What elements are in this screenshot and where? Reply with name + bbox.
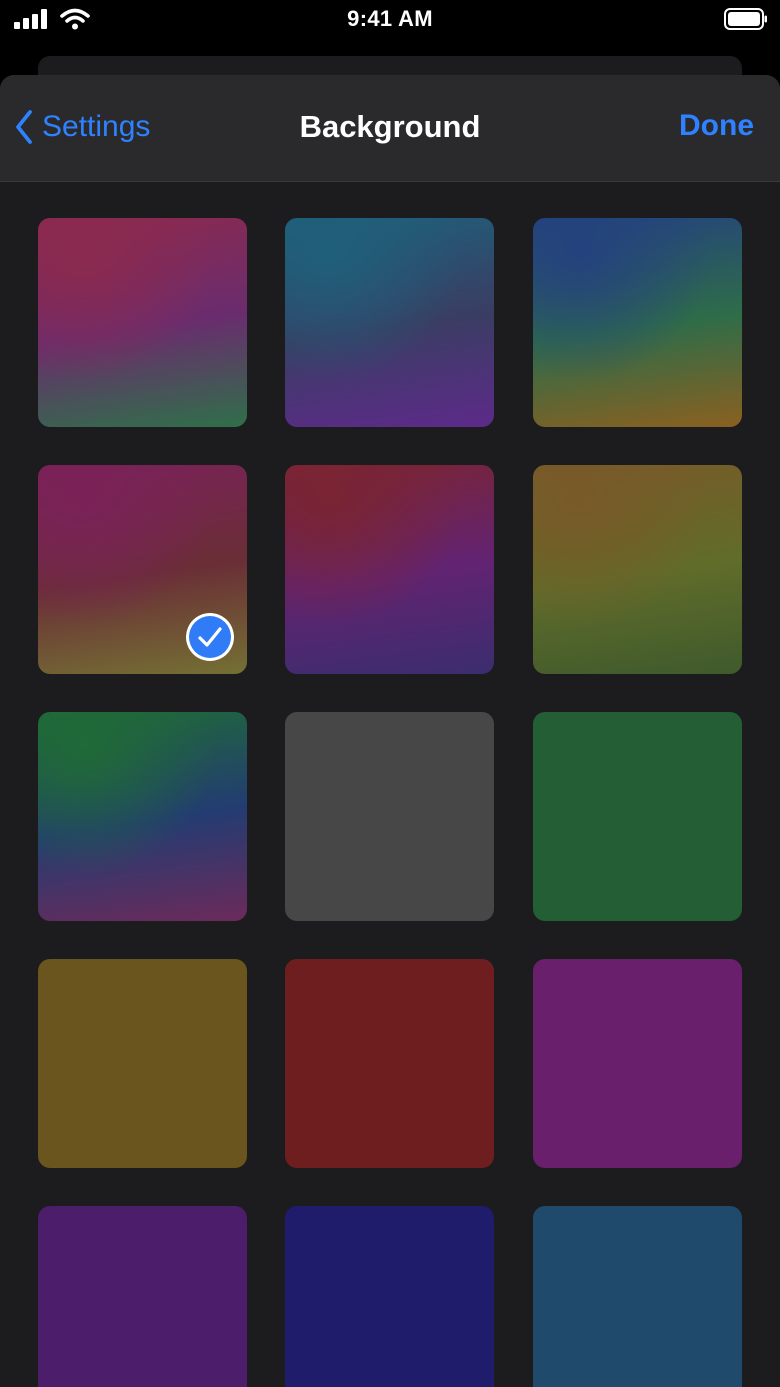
background-swatch-solid-ochre[interactable] (38, 959, 247, 1168)
checkmark-circle-icon (189, 616, 231, 658)
background-swatch-gradient-2[interactable] (285, 218, 494, 427)
background-swatch-solid-teal[interactable] (533, 1206, 742, 1387)
background-swatch-gradient-4[interactable] (38, 465, 247, 674)
background-swatch-gradient-1[interactable] (38, 218, 247, 427)
background-swatch-solid-red[interactable] (285, 959, 494, 1168)
done-button[interactable]: Done (679, 109, 754, 143)
navigation-bar: Settings Background Done (0, 75, 780, 182)
battery-icon (724, 8, 767, 30)
background-swatch-solid-indigo[interactable] (285, 1206, 494, 1387)
background-swatch-gradient-6[interactable] (533, 465, 742, 674)
background-swatch-gradient-7[interactable] (38, 712, 247, 921)
background-swatch-solid-magenta[interactable] (533, 959, 742, 1168)
background-swatch-gradient-5[interactable] (285, 465, 494, 674)
status-bar: 9:41 AM (0, 0, 780, 40)
status-time: 9:41 AM (347, 6, 433, 31)
background-picker-sheet: Settings Background Done (0, 75, 780, 1387)
page-title: Background (299, 109, 481, 144)
background-swatch-solid-gray[interactable] (285, 712, 494, 921)
background-swatch-solid-green[interactable] (533, 712, 742, 921)
background-swatch-gradient-3[interactable] (533, 218, 742, 427)
background-swatch-solid-purple[interactable] (38, 1206, 247, 1387)
